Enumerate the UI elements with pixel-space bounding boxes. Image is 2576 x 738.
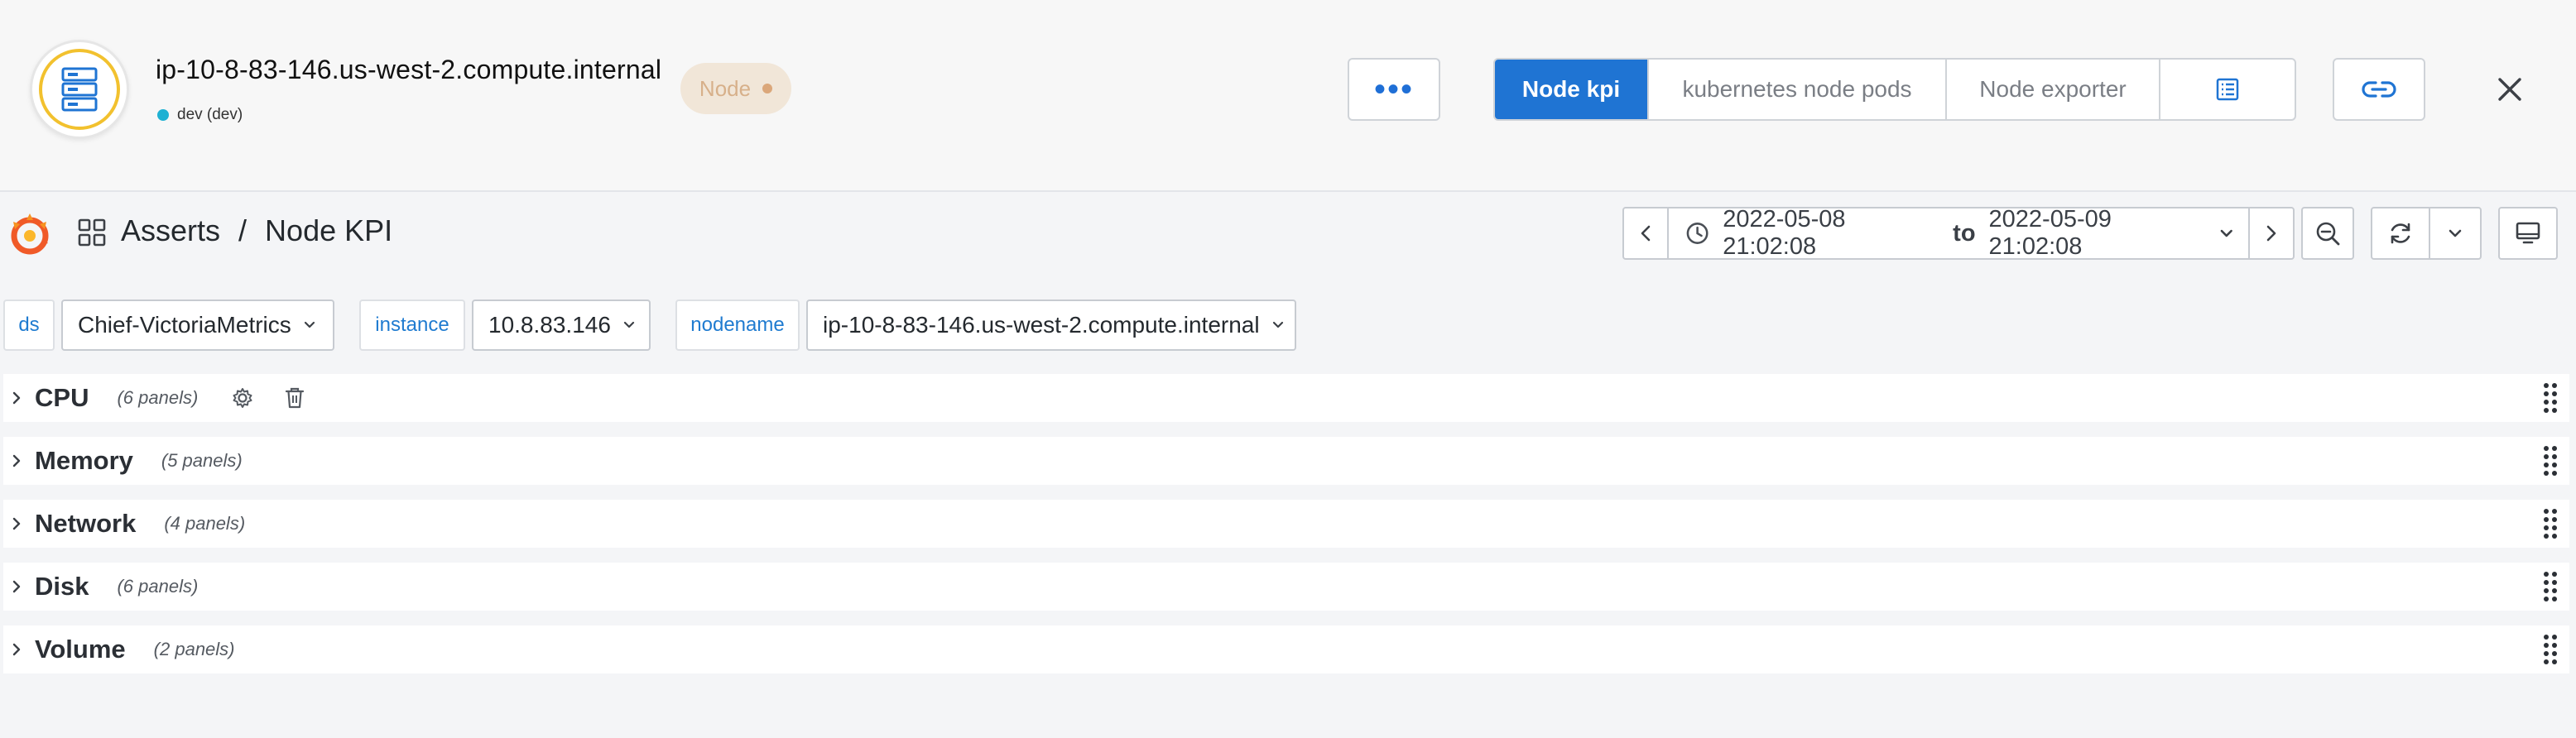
refresh-icon <box>2391 223 2410 244</box>
chevron-down-icon <box>2220 229 2232 237</box>
close-button[interactable] <box>2485 65 2535 114</box>
entity-environment: dev (dev) <box>157 106 243 124</box>
chevron-right-icon <box>12 642 28 657</box>
drag-handle-icon[interactable] <box>2543 634 2558 665</box>
variable-value-ds: Chief-VictoriaMetrics <box>78 312 291 338</box>
time-range-from: 2022-05-08 21:02:08 <box>1723 206 1846 260</box>
dashboard-row-network[interactable]: Network (4 panels) <box>3 500 2569 548</box>
dashboard-row-memory[interactable]: Memory (5 panels) <box>3 437 2569 485</box>
breadcrumb-folder[interactable]: Asserts <box>121 213 220 248</box>
variable-select-ds[interactable]: Chief-VictoriaMetrics <box>61 300 334 351</box>
variable-value-instance: 10.8.83.146 <box>488 312 611 338</box>
close-icon <box>2498 78 2521 101</box>
breadcrumb: Asserts / Node KPI <box>121 213 392 248</box>
tab-node-kpi[interactable]: Node kpi <box>1495 60 1649 119</box>
drag-handle-icon[interactable] <box>2543 508 2558 539</box>
copy-link-button[interactable] <box>2333 58 2425 121</box>
row-panel-count: (4 panels) <box>164 513 246 534</box>
chevron-down-icon <box>623 321 635 328</box>
time-shift-forward-button[interactable] <box>2248 207 2295 260</box>
entity-type-label: Node <box>699 75 752 101</box>
environment-label: dev (dev) <box>177 106 243 123</box>
row-tools <box>231 386 305 410</box>
chevron-right-icon <box>12 516 28 531</box>
trash-icon[interactable] <box>284 386 305 410</box>
grafana-logo-icon[interactable] <box>8 210 51 258</box>
row-panel-count: (6 panels) <box>117 387 199 408</box>
environment-dot-icon <box>157 109 169 121</box>
tv-mode-button[interactable] <box>2498 207 2558 260</box>
refresh-button[interactable] <box>2371 207 2430 260</box>
entity-header: ip-10-8-83-146.us-west-2.compute.interna… <box>0 0 2576 192</box>
chevron-down-icon <box>304 321 315 328</box>
entity-type-badge: Node <box>680 63 791 114</box>
chevron-right-icon <box>2266 225 2276 242</box>
row-title: Network <box>35 509 137 538</box>
chevron-down-icon <box>2449 229 2462 237</box>
drag-handle-icon[interactable] <box>2543 382 2558 414</box>
row-panel-count: (6 panels) <box>117 576 199 597</box>
refresh-interval-dropdown[interactable] <box>2429 207 2482 260</box>
variable-label-instance: instance <box>359 300 465 351</box>
variable-label-ds: ds <box>3 300 55 351</box>
row-title: Volume <box>35 635 126 664</box>
entity-type-dot-icon <box>762 84 773 93</box>
chevron-right-icon <box>12 579 28 594</box>
row-panel-count: (2 panels) <box>153 639 235 659</box>
tab-node-exporter[interactable]: Node exporter <box>1947 60 2160 119</box>
entity-dashboard-tabs: Node kpi kubernetes node pods Node expor… <box>1493 58 2296 121</box>
link-icon <box>2362 81 2396 98</box>
dashboard-row-cpu[interactable]: CPU (6 panels) <box>3 374 2569 422</box>
chevron-left-icon <box>1641 225 1651 242</box>
dashboard-row-volume[interactable]: Volume (2 panels) <box>3 625 2569 673</box>
time-range-picker[interactable]: 2022-05-08 21:02:08 to 2022-05-09 21:02:… <box>1667 206 2250 260</box>
row-title: Disk <box>35 572 89 601</box>
breadcrumb-separator: / <box>238 213 248 247</box>
chevron-right-icon <box>12 453 28 468</box>
zoom-out-icon <box>2316 222 2340 246</box>
tv-mode-icon <box>2516 222 2540 244</box>
dashboard-row-disk[interactable]: Disk (6 panels) <box>3 563 2569 611</box>
chevron-down-icon <box>1272 321 1283 328</box>
apps-grid-icon[interactable] <box>78 218 106 247</box>
variable-select-nodename[interactable]: ip-10-8-83-146.us-west-2.compute.interna… <box>806 300 1296 351</box>
row-title: Memory <box>35 446 133 475</box>
time-range-to: 2022-05-09 21:02:08 <box>1988 206 2112 260</box>
tab-kubernetes-node-pods[interactable]: kubernetes node pods <box>1649 60 1947 119</box>
row-panel-count: (5 panels) <box>161 450 243 471</box>
time-range-to-word: to <box>1953 219 1976 247</box>
entity-avatar <box>30 40 129 139</box>
variable-select-instance[interactable]: 10.8.83.146 <box>472 300 651 351</box>
variable-label-nodename: nodename <box>675 300 800 351</box>
list-icon <box>2216 78 2239 101</box>
more-actions-button[interactable]: ••• <box>1348 58 1440 121</box>
drag-handle-icon[interactable] <box>2543 571 2558 602</box>
variable-value-nodename: ip-10-8-83-146.us-west-2.compute.interna… <box>823 312 1260 338</box>
drag-handle-icon[interactable] <box>2543 445 2558 477</box>
gear-icon[interactable] <box>231 386 254 410</box>
zoom-out-button[interactable] <box>2301 207 2354 260</box>
breadcrumb-dashboard-title[interactable]: Node KPI <box>265 213 392 248</box>
clock-icon <box>1686 223 1709 244</box>
entity-name: ip-10-8-83-146.us-west-2.compute.interna… <box>156 55 662 84</box>
chevron-right-icon <box>12 391 28 405</box>
tab-list-view[interactable] <box>2160 60 2295 119</box>
server-icon <box>61 67 98 112</box>
time-shift-back-button[interactable] <box>1622 207 1669 260</box>
row-title: CPU <box>35 383 89 412</box>
more-icon: ••• <box>1373 70 1414 108</box>
